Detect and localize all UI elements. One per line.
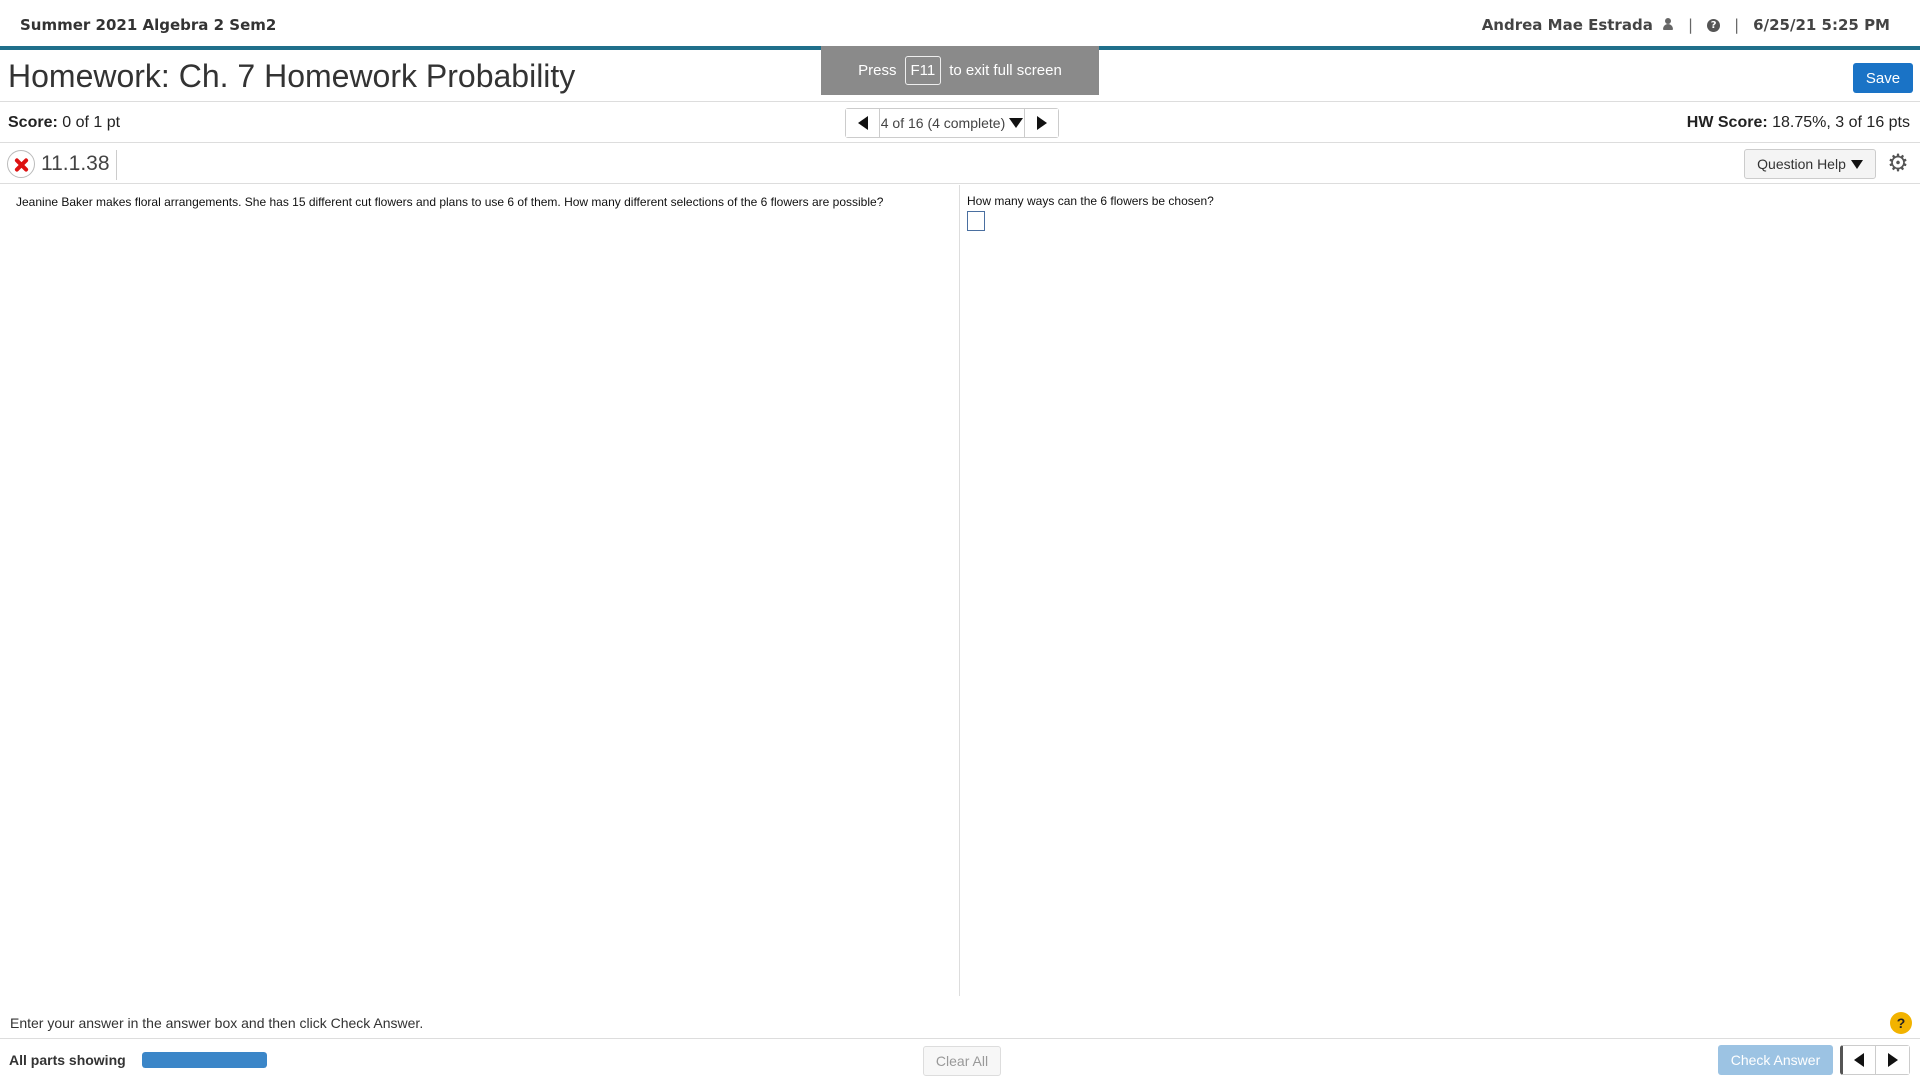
question-help-button[interactable]: Question Help [1744, 149, 1876, 179]
next-question-button[interactable] [1024, 109, 1058, 137]
question-pane: Jeanine Baker makes floral arrangements.… [0, 185, 960, 996]
arrow-right-icon [1036, 116, 1047, 130]
user-menu[interactable]: Andrea Mae Estrada [1482, 16, 1674, 34]
homework-score: HW Score: 18.75%, 3 of 16 pts [1687, 114, 1910, 132]
instruction-text: Enter your answer in the answer box and … [10, 1015, 424, 1031]
clear-all-button[interactable]: Clear All [923, 1046, 1001, 1076]
question-score: Score: 0 of 1 pt [8, 114, 120, 132]
question-position: 4 of 16 (4 complete) [880, 115, 1006, 131]
check-answer-button[interactable]: Check Answer [1718, 1045, 1833, 1075]
parts-progress-fill [142, 1052, 267, 1068]
hw-score-label: HW Score: [1686, 114, 1768, 131]
footer-next-button[interactable] [1876, 1046, 1909, 1074]
caret-down-icon [1009, 118, 1024, 128]
question-circle-icon[interactable]: ? [1707, 18, 1721, 32]
question-help-label: Question Help [1757, 156, 1846, 172]
question-navigator: 4 of 16 (4 complete) [845, 108, 1059, 138]
user-icon [1662, 18, 1674, 30]
page-title: Homework: Ch. 7 Homework Probability [8, 58, 576, 94]
question-number: 11.1.38 [41, 150, 117, 180]
user-name: Andrea Mae Estrada [1481, 16, 1653, 34]
question-text: Jeanine Baker makes floral arrangements.… [16, 195, 884, 209]
previous-question-button[interactable] [846, 109, 880, 137]
footer-bar: All parts showing Clear All Check Answer [0, 1038, 1920, 1080]
score-value: 0 of 1 pt [62, 114, 121, 131]
score-label: Score: [8, 114, 58, 131]
course-name[interactable]: Summer 2021 Algebra 2 Sem2 [20, 16, 276, 34]
fullscreen-notice: Press F11 to exit full screen [821, 46, 1099, 95]
incorrect-icon [7, 150, 35, 178]
separator: | [1734, 16, 1740, 34]
arrow-right-icon [1887, 1053, 1898, 1067]
hw-score-value: 18.75%, 3 of 16 pts [1772, 114, 1910, 131]
footer-previous-button[interactable] [1843, 1046, 1876, 1074]
f11-key: F11 [904, 56, 942, 85]
score-bar: Score: 0 of 1 pt 4 of 16 (4 complete) HW… [0, 103, 1920, 143]
answer-prompt: How many ways can the 6 flowers be chose… [967, 194, 1214, 208]
save-button[interactable]: Save [1853, 63, 1913, 93]
separator: | [1688, 16, 1694, 34]
help-icon[interactable]: ? [1890, 1012, 1912, 1034]
top-bar: Summer 2021 Algebra 2 Sem2 Andrea Mae Es… [0, 0, 1920, 50]
footer-question-nav [1840, 1045, 1910, 1075]
answer-input[interactable] [967, 211, 985, 231]
top-right-info: Andrea Mae Estrada | ? | 6/25/21 5:25 PM [1482, 16, 1890, 34]
caret-down-icon [1850, 159, 1863, 169]
question-bar: 11.1.38 Question Help ⚙ [0, 144, 1920, 184]
question-select-dropdown[interactable]: 4 of 16 (4 complete) [880, 109, 1024, 137]
gear-icon[interactable]: ⚙ [1886, 152, 1910, 176]
arrow-left-icon [857, 116, 868, 130]
datetime: 6/25/21 5:25 PM [1753, 16, 1890, 34]
parts-label: All parts showing [9, 1052, 126, 1068]
notice-press: Press [858, 62, 897, 79]
answer-pane: How many ways can the 6 flowers be chose… [961, 185, 1920, 996]
notice-rest: to exit full screen [949, 62, 1062, 79]
parts-progress-bar [142, 1052, 267, 1068]
arrow-left-icon [1854, 1053, 1864, 1067]
